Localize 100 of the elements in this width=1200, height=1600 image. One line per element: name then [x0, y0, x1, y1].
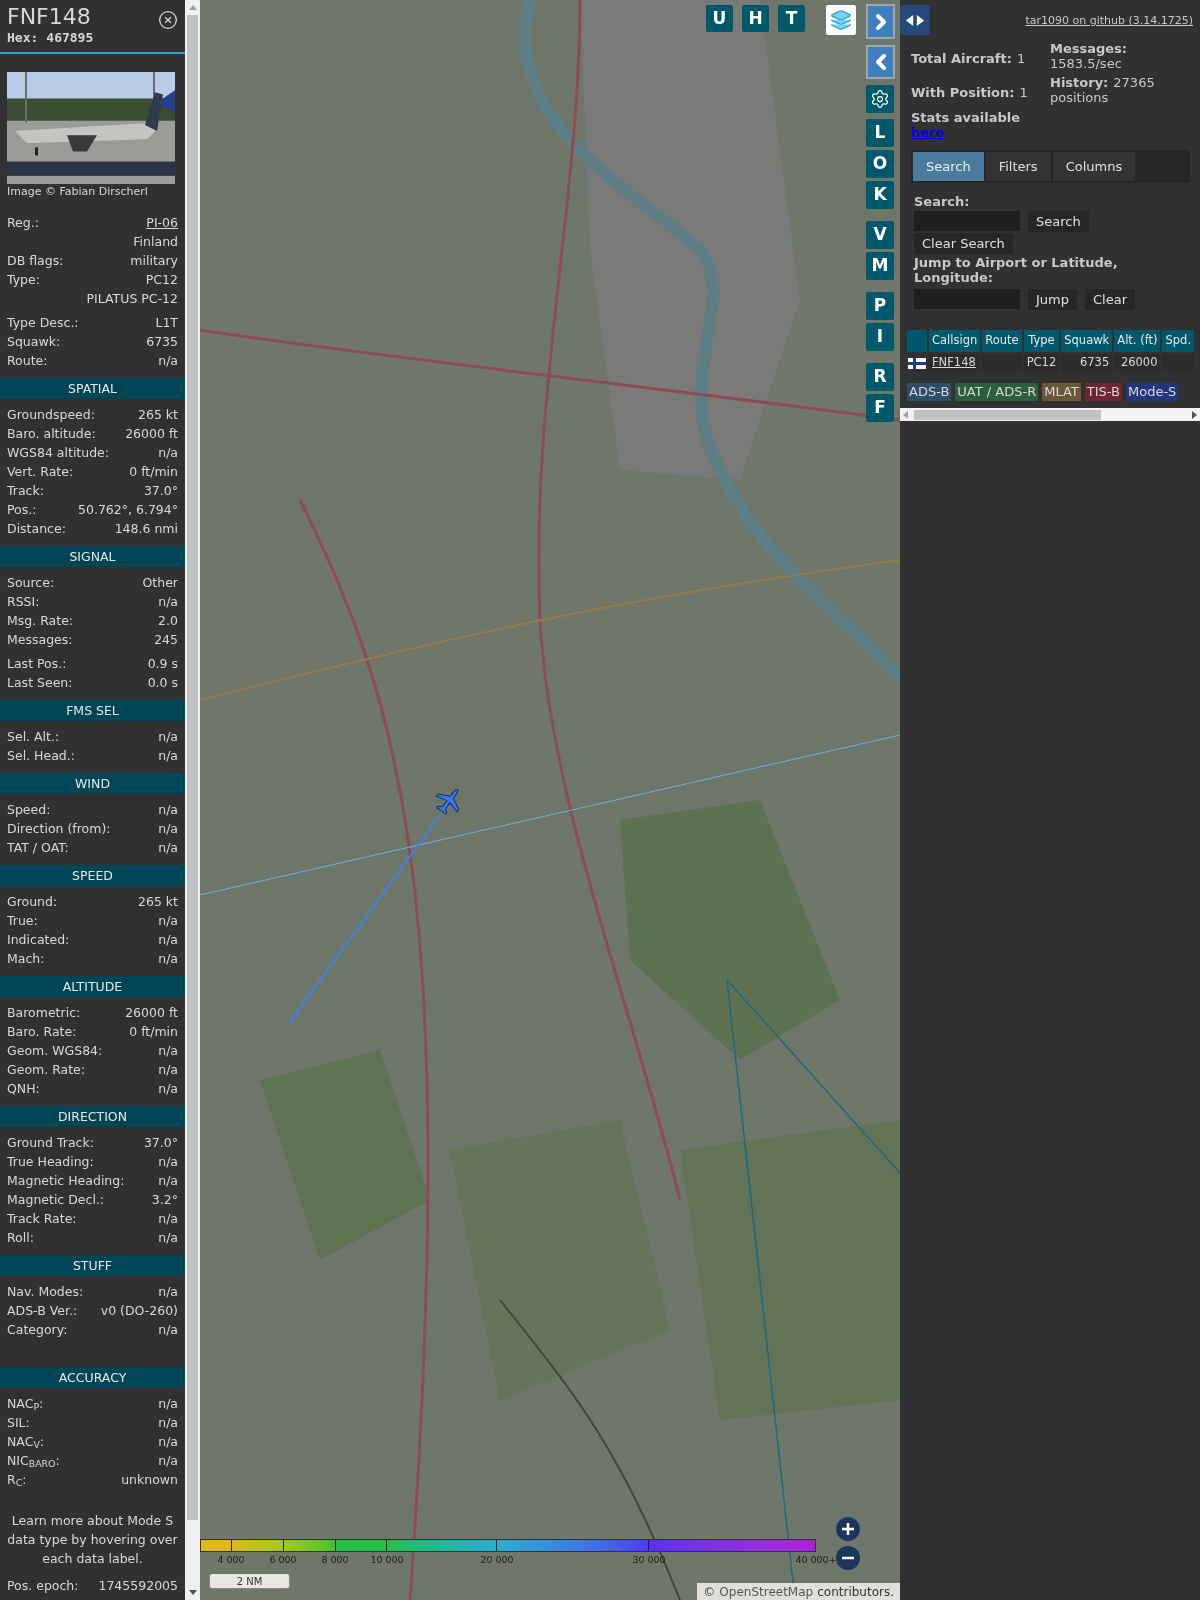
field-label: NAC$_{V}$:: [7, 1433, 45, 1451]
column-header[interactable]: Type: [1023, 330, 1060, 352]
map-toggle-button[interactable]: V: [866, 221, 894, 249]
scroll-down-icon[interactable]: [188, 1590, 197, 1595]
field-label: Barometric:: [7, 1004, 81, 1022]
stat-label: With Position:: [911, 84, 1015, 100]
field-label: DB flags:: [7, 252, 64, 270]
scroll-up-icon[interactable]: [188, 5, 197, 10]
scale-bar: 2 NM: [209, 1574, 290, 1589]
photo-credit: Image © Fabian Dirscherl: [7, 185, 149, 199]
field-label: Messages:: [7, 631, 73, 649]
column-header[interactable]: Callsign: [929, 330, 981, 352]
scrollbar-thumb[interactable]: [187, 15, 198, 1520]
layers-button[interactable]: [826, 5, 856, 35]
vertical-scrollbar[interactable]: [185, 0, 200, 1600]
table-cell[interactable]: FNF148: [929, 354, 981, 372]
map-toggle-button[interactable]: K: [866, 181, 894, 209]
field-value: n/a: [158, 593, 178, 611]
close-icon[interactable]: [158, 10, 178, 30]
field-value: unknown: [121, 1471, 178, 1489]
field-value: n/a: [158, 1153, 178, 1171]
expand-button[interactable]: [866, 4, 895, 39]
jump-button[interactable]: Jump: [1028, 289, 1077, 310]
aircraft-row[interactable]: FNF148 PC12 6735 26000: [907, 354, 1195, 372]
clear-search-button[interactable]: Clear Search: [914, 233, 1013, 254]
clear-button[interactable]: Clear: [1085, 289, 1135, 310]
field-label: Groundspeed:: [7, 406, 95, 424]
callsign-title: FNF148: [7, 4, 92, 30]
map-toggle-button[interactable]: U: [706, 5, 733, 32]
field-value: 0 ft/min: [129, 1023, 178, 1041]
field-label: Last Seen:: [7, 674, 73, 692]
map-toggle-button[interactable]: P: [866, 292, 894, 320]
map-toggle-button[interactable]: F: [866, 394, 894, 422]
field-value: 26000 ft: [125, 1004, 178, 1022]
stat-value: 27365: [1113, 75, 1155, 90]
field-value: n/a: [158, 1042, 178, 1060]
settings-icon: [870, 89, 890, 109]
stat-label: History:: [1050, 75, 1109, 90]
field-value: 0.9 s: [147, 655, 178, 673]
field-value: Other: [142, 574, 178, 592]
column-header[interactable]: Route: [982, 330, 1022, 352]
field-label: Type:: [7, 271, 40, 289]
map-toggle-button[interactable]: M: [866, 252, 894, 280]
field-value: n/a: [158, 912, 178, 930]
field-label: SIL:: [7, 1414, 30, 1432]
field-label: Last Pos.:: [7, 655, 67, 673]
field-label: Geom. WGS84:: [7, 1042, 103, 1060]
settings-button[interactable]: [866, 85, 894, 113]
section-header: ACCURACY: [0, 1367, 185, 1388]
scroll-right-icon[interactable]: [1192, 410, 1197, 419]
field-label: Source:: [7, 574, 55, 592]
plus-icon: [841, 1522, 855, 1536]
field-label: TAT / OAT:: [7, 839, 69, 857]
panel-toggle-button[interactable]: [900, 5, 930, 35]
hex-value: 467895: [46, 30, 94, 46]
field-label: True Heading:: [7, 1153, 94, 1171]
source-tag: Mode-S: [1125, 383, 1179, 401]
field-value: 148.6 nmi: [114, 520, 178, 538]
column-header[interactable]: Alt. (ft): [1114, 330, 1161, 352]
map-toggle-button[interactable]: I: [866, 323, 894, 351]
field-value: n/a: [158, 950, 178, 968]
field-label: Route:: [7, 352, 48, 370]
field-label: Sel. Alt.:: [7, 728, 60, 746]
map[interactable]: U H T L O K V M P I R F 4 000 6 000 8 000 10 000 20 000 30 000 40 000+ 2 NM © OpenStreetMap contributors.: [200, 0, 900, 1600]
map-toggle-button[interactable]: L: [866, 119, 894, 147]
source-tag: TIS-B: [1084, 383, 1122, 401]
map-toggle-button[interactable]: T: [778, 5, 805, 32]
section-header: SPATIAL: [0, 378, 185, 399]
map-toggle-button[interactable]: O: [866, 150, 894, 178]
scroll-left-icon[interactable]: [903, 410, 908, 419]
search-button[interactable]: Search: [1028, 211, 1089, 232]
field-label: Squawk:: [7, 333, 61, 351]
collapse-button[interactable]: [866, 45, 895, 79]
stat-label: Messages:: [1050, 41, 1128, 56]
stats-note: Stats available: [911, 110, 1022, 125]
field-label: Sel. Head.:: [7, 747, 75, 765]
attribution-link[interactable]: OpenStreetMap: [719, 1582, 814, 1600]
github-link[interactable]: tar1090 on github (3.14.1725): [1025, 13, 1193, 30]
field-value[interactable]: PI-06: [146, 213, 178, 232]
field-value: n/a: [158, 728, 178, 746]
section-header: ALTITUDE: [0, 976, 185, 997]
section-header: SIGNAL: [0, 546, 185, 567]
field-label: Magnetic Heading:: [7, 1172, 125, 1190]
column-header[interactable]: Squawk: [1061, 330, 1113, 352]
tab[interactable]: Columns: [1052, 152, 1136, 181]
map-toggle-button[interactable]: R: [866, 363, 894, 391]
field-value: PC12: [145, 271, 178, 289]
tab[interactable]: Filters: [985, 152, 1051, 181]
column-header[interactable]: Spd.: [1162, 330, 1195, 352]
field-label: Category:: [7, 1321, 68, 1339]
map-toggle-button[interactable]: H: [742, 5, 769, 32]
tab[interactable]: Search: [913, 152, 984, 181]
field-value: n/a: [158, 801, 178, 819]
aircraft-icon[interactable]: [436, 788, 462, 814]
scrollbar-thumb[interactable]: [914, 409, 1101, 420]
attribution-text: contributors.: [817, 1583, 894, 1600]
horizontal-scrollbar[interactable]: [900, 408, 1200, 421]
field-label: Direction (from):: [7, 820, 111, 838]
field-label: Geom. Rate:: [7, 1061, 86, 1079]
field-value: n/a: [158, 352, 178, 370]
